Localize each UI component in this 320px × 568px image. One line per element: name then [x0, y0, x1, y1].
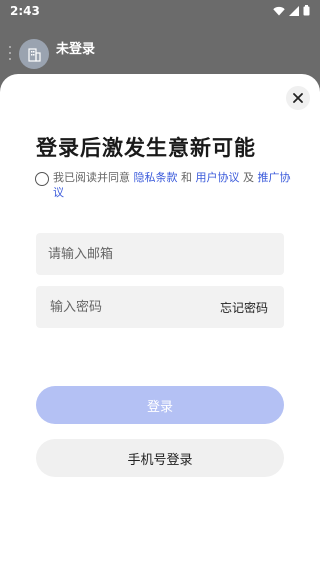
- agreement-and2: 及: [239, 171, 258, 184]
- avatar: [19, 39, 49, 69]
- privacy-link[interactable]: 隐私条款: [134, 171, 178, 184]
- close-icon: [293, 93, 303, 103]
- user-name: 未登录: [56, 42, 96, 57]
- password-field-wrapper: 忘记密码: [36, 286, 284, 328]
- email-field-wrapper: [36, 233, 284, 275]
- close-button[interactable]: [286, 86, 310, 110]
- battery-icon: [303, 5, 310, 16]
- user-agreement-link[interactable]: 用户协议: [196, 171, 240, 184]
- forgot-password-link[interactable]: 忘记密码: [220, 299, 268, 316]
- agreement-prefix: 我已阅读并同意: [53, 171, 134, 184]
- status-bar: 2:43: [0, 0, 320, 24]
- email-field[interactable]: [36, 233, 284, 275]
- agree-radio[interactable]: [35, 172, 49, 186]
- agreement-text: 我已阅读并同意 隐私条款 和 用户协议 及 推广协议: [53, 170, 295, 200]
- signal-icon: [289, 5, 299, 16]
- agreement-and: 和: [177, 171, 196, 184]
- login-button[interactable]: 登录: [36, 386, 284, 424]
- page-title: 登录后激发生意新可能: [36, 136, 256, 160]
- building-icon: [28, 48, 41, 62]
- wifi-icon: [273, 6, 285, 15]
- menu-dots-icon: [8, 46, 12, 62]
- login-sheet: 登录后激发生意新可能 我已阅读并同意 隐私条款 和 用户协议 及 推广协议 忘记…: [0, 74, 320, 568]
- phone-login-button[interactable]: 手机号登录: [36, 439, 284, 477]
- status-time: 2:43: [10, 4, 40, 18]
- status-icons: [273, 5, 310, 16]
